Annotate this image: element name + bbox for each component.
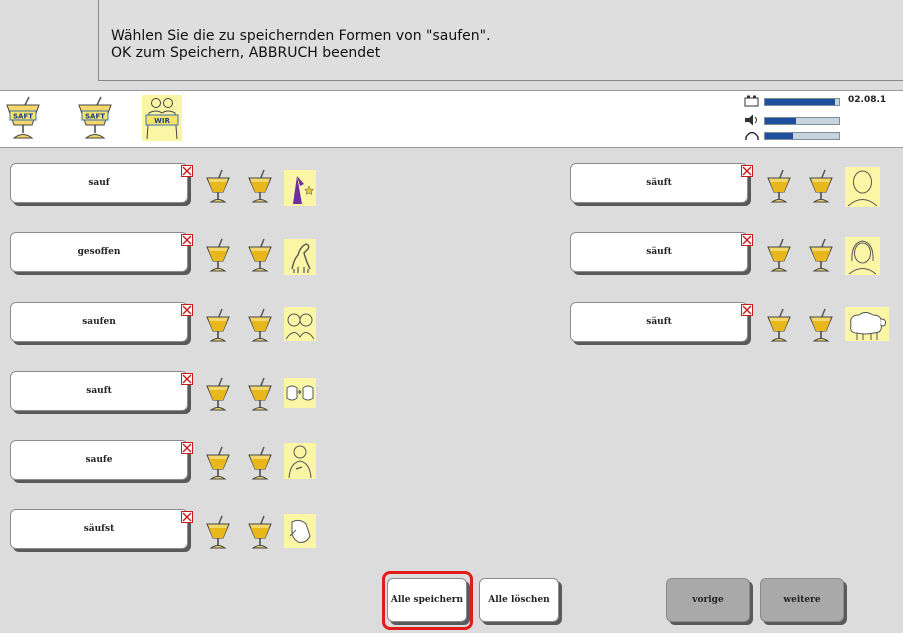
- juice-glass-icon: [245, 514, 275, 552]
- remove-x-icon[interactable]: [181, 373, 193, 385]
- remove-x-icon[interactable]: [181, 511, 193, 523]
- instruction-line-2: OK zum Speichern, ABBRUCH beendet: [111, 45, 381, 61]
- previous-button[interactable]: vorige: [666, 578, 750, 622]
- delete-all-button[interactable]: Alle löschen: [479, 578, 559, 622]
- juice-glass-icon[interactable]: SAFT: [76, 95, 114, 141]
- save-all-button[interactable]: Alle speichern: [387, 578, 467, 622]
- juice-glass-icon: [245, 307, 275, 345]
- remove-x-icon[interactable]: [181, 165, 193, 177]
- battery-icon: [744, 95, 759, 107]
- man-face-icon: [845, 167, 880, 207]
- symbol-label: WIR: [154, 117, 170, 125]
- word-form-button[interactable]: saufen: [10, 302, 188, 342]
- volume-level-fill: [765, 118, 797, 124]
- remove-x-icon[interactable]: [181, 442, 193, 454]
- pointing-hand-icon: [284, 514, 316, 548]
- next-button[interactable]: weitere: [760, 578, 844, 622]
- remove-x-icon[interactable]: [741, 304, 753, 316]
- remove-x-icon[interactable]: [741, 234, 753, 246]
- word-form-button[interactable]: gesoffen: [10, 232, 188, 272]
- symbol-label: SAFT: [85, 113, 105, 121]
- juice-glass-icon: [203, 376, 233, 414]
- word-form-button[interactable]: säuft: [570, 232, 748, 272]
- two-people-icon: [284, 307, 316, 341]
- volume-level-bar[interactable]: [764, 117, 840, 125]
- word-form-button[interactable]: saufe: [10, 440, 188, 480]
- date-display: 02.08.1: [848, 95, 887, 105]
- instruction-message: Wählen Sie die zu speichernden Formen vo…: [98, 0, 903, 81]
- juice-glass-icon: [245, 445, 275, 483]
- juice-glass-icon: [203, 514, 233, 552]
- juice-glass-icon: [764, 237, 794, 275]
- speaker-icon: [745, 114, 757, 126]
- sheep-icon: [845, 307, 889, 341]
- juice-glass-icon: [806, 168, 836, 206]
- juice-glass-icon: [203, 237, 233, 275]
- remove-x-icon[interactable]: [181, 304, 193, 316]
- pointing-hands-icon: [284, 378, 316, 408]
- battery-level-fill: [765, 99, 836, 105]
- headphone-level-bar[interactable]: [764, 132, 840, 140]
- remove-x-icon[interactable]: [181, 234, 193, 246]
- word-form-button[interactable]: säufst: [10, 509, 188, 549]
- juice-glass-icon: [245, 237, 275, 275]
- word-form-button[interactable]: sauf: [10, 163, 188, 203]
- juice-glass-icon: [203, 445, 233, 483]
- instruction-line-1: Wählen Sie die zu speichernden Formen vo…: [111, 28, 491, 44]
- wizard-icon: [284, 170, 316, 206]
- juice-glass-icon: [806, 237, 836, 275]
- remove-x-icon[interactable]: [741, 165, 753, 177]
- word-form-button[interactable]: säuft: [570, 163, 748, 203]
- self-pointing-person-icon: [284, 443, 316, 479]
- juice-glass-icon: [806, 307, 836, 345]
- word-form-button[interactable]: säuft: [570, 302, 748, 342]
- people-we-icon[interactable]: WIR: [142, 95, 182, 141]
- battery-level-bar: [764, 98, 840, 106]
- symbol-label: SAFT: [13, 113, 33, 121]
- symbol-bar: SAFT SAFT WIR 02.08.1: [0, 90, 903, 148]
- juice-glass-icon: [245, 168, 275, 206]
- status-panel: 02.08.1: [744, 95, 894, 143]
- juice-glass-icon[interactable]: SAFT: [4, 95, 42, 141]
- headphones-icon: [745, 131, 759, 140]
- juice-glass-icon: [764, 307, 794, 345]
- word-form-button[interactable]: sauft: [10, 371, 188, 411]
- animal-drinking-icon: [284, 239, 316, 275]
- headphone-level-fill: [765, 133, 794, 139]
- juice-glass-icon: [203, 307, 233, 345]
- woman-face-icon: [845, 237, 880, 275]
- juice-glass-icon: [203, 168, 233, 206]
- juice-glass-icon: [764, 168, 794, 206]
- juice-glass-icon: [245, 376, 275, 414]
